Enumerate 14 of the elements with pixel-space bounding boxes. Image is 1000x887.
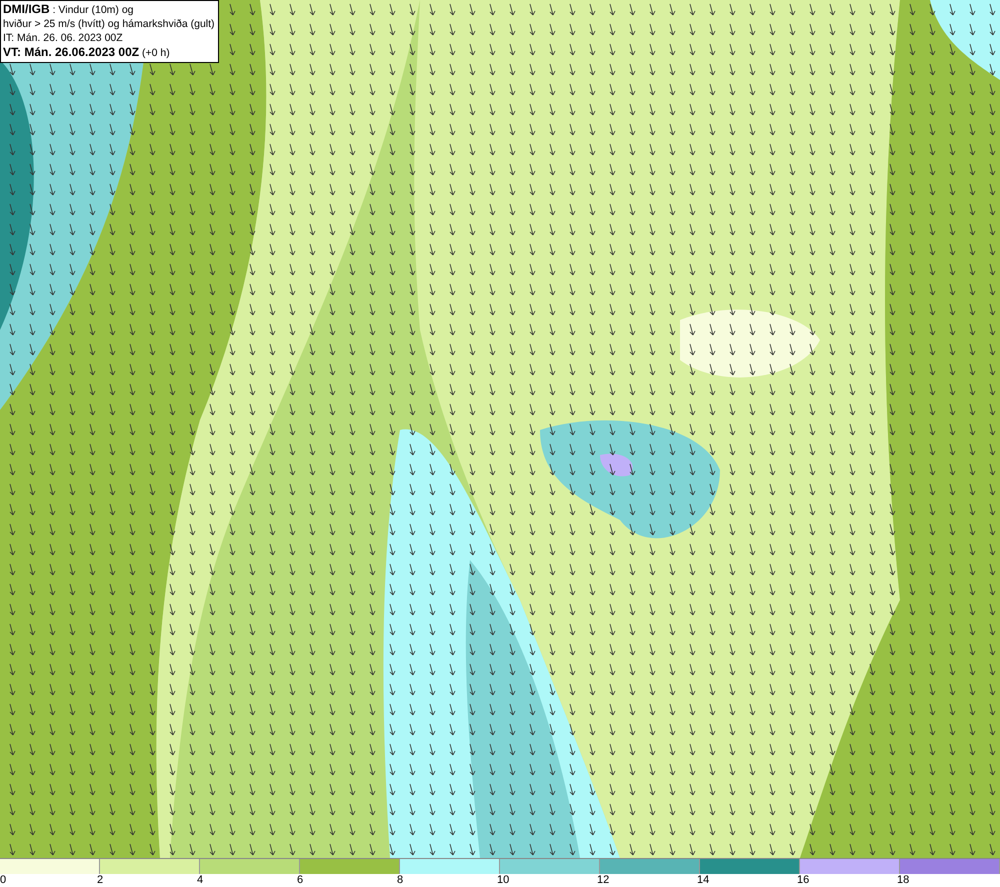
legend-tick-label: 16	[797, 874, 810, 886]
caption-line: hviður > 25 m/s (hvítt) og hámarkshviða (gult)	[3, 17, 215, 31]
legend-tick-label: 10	[497, 874, 510, 886]
caption-line: DMI/IGB : Vindur (10m) og	[3, 2, 135, 17]
legend-tick-label: 14	[697, 874, 710, 886]
caption-line: IT: Mán. 26. 06. 2023 00Z	[3, 31, 124, 45]
legend-tick-label: 6	[297, 874, 304, 886]
legend-tick-label: 8	[397, 874, 404, 886]
legend-tick-label: 2	[97, 874, 104, 886]
legend-tick-label: 4	[197, 874, 204, 886]
legend-tick-label: 0	[0, 874, 6, 886]
legend-tick-label: 12	[597, 874, 610, 886]
legend-tick-label: 18	[897, 874, 910, 886]
caption-line: VT: Mán. 26.06.2023 00Z (+0 h)	[3, 45, 171, 60]
